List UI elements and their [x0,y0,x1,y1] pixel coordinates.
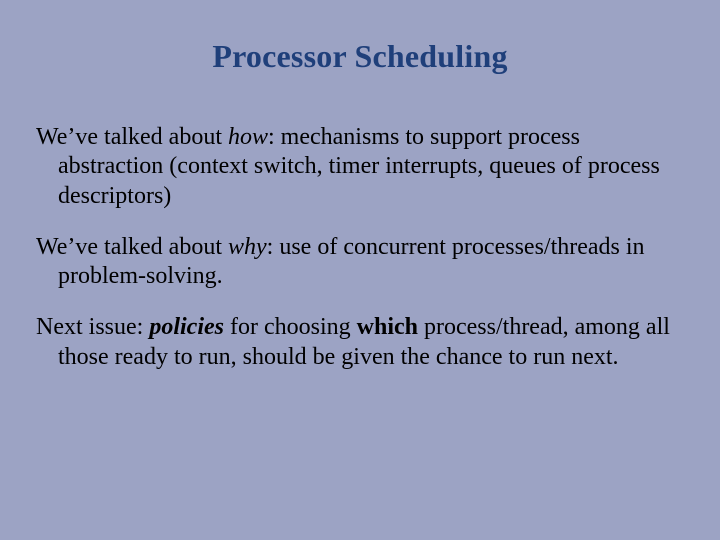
slide: Processor Scheduling We’ve talked about … [0,0,720,540]
slide-title: Processor Scheduling [36,38,684,75]
text: We’ve talked about [36,124,228,150]
text: We’ve talked about [36,234,228,260]
paragraph-how: We’ve talked about how: mechanisms to su… [36,123,684,211]
paragraph-why: We’ve talked about why: use of concurren… [36,233,684,292]
emphasis-policies: policies [149,314,224,340]
emphasis-how: how [228,124,268,150]
emphasis-why: why [228,234,267,260]
emphasis-which: which [357,314,418,340]
text: Next issue: [36,314,149,340]
text: for choosing [224,314,357,340]
slide-body: We’ve talked about how: mechanisms to su… [36,123,684,372]
paragraph-next: Next issue: policies for choosing which … [36,313,684,372]
